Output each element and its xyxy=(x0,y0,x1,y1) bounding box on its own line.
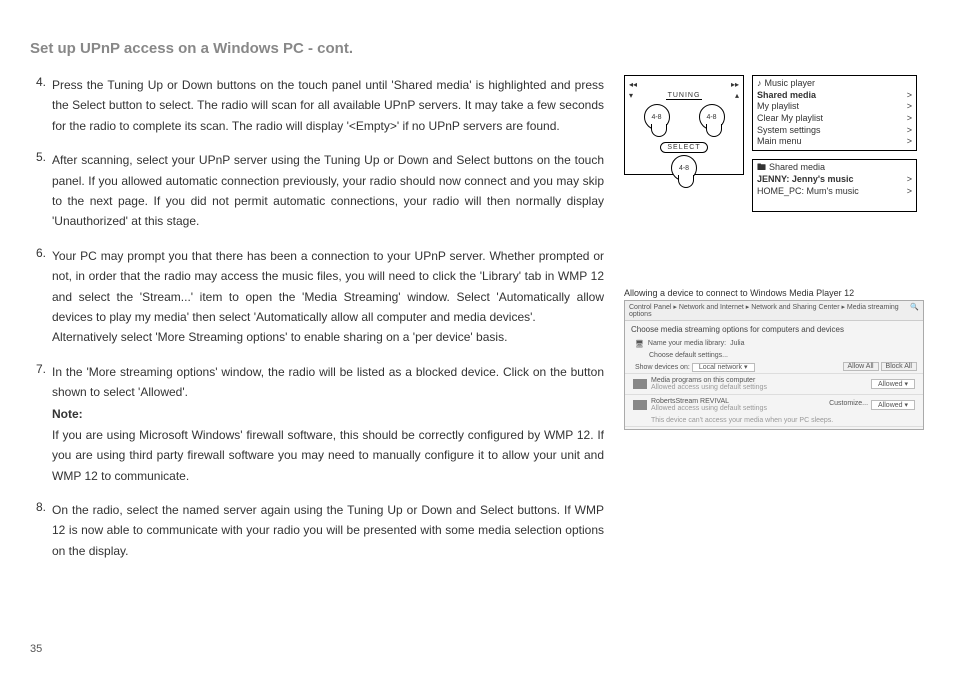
lcd-row: HOME_PC: Mum's music xyxy=(757,186,859,198)
windows-screenshot: Control Panel ▸ Network and Internet ▸ N… xyxy=(624,300,924,430)
default-settings-link: Choose default settings... xyxy=(649,352,728,359)
rewind-icon: ◂◂ xyxy=(629,80,637,89)
lcd-shared-media: Shared media JENNY: Jenny's music > HOME_… xyxy=(752,159,917,212)
device-sub: Allowed access using default settings xyxy=(651,405,767,412)
step-5: 5. After scanning, select your UPnP serv… xyxy=(30,150,604,232)
lcd-row: System settings xyxy=(757,125,821,137)
network-dropdown: Local network ▾ xyxy=(692,363,755,372)
step-body: In the 'More streaming options' window, … xyxy=(52,362,604,486)
lcd-music-player: Music player Shared media> My playlist> … xyxy=(752,75,917,151)
lcd-header: Shared media xyxy=(769,162,825,174)
chevron-right-icon: > xyxy=(907,90,912,102)
chevron-right-icon: > xyxy=(907,125,912,137)
device-state: Allowed ▾ xyxy=(871,379,915,389)
window-heading: Choose media streaming options for compu… xyxy=(625,321,923,338)
computer-icon: 🖥 xyxy=(635,340,644,348)
step-number: 6. xyxy=(30,246,52,348)
figure-row-1: ◂◂ ▸▸ ▾ TUNING ▴ 4-8 4-8 SELECT 4-8 xyxy=(624,75,924,212)
side-column: ◂◂ ▸▸ ▾ TUNING ▴ 4-8 4-8 SELECT 4-8 xyxy=(624,75,924,575)
music-icon xyxy=(757,78,762,90)
chevron-right-icon: > xyxy=(907,186,912,198)
step-number: 8. xyxy=(30,500,52,561)
library-label: Name your media library: xyxy=(648,340,726,347)
step-number: 4. xyxy=(30,75,52,136)
page-title: Set up UPnP access on a Windows PC - con… xyxy=(30,40,924,57)
device-icon xyxy=(633,379,647,389)
lcd-row: Clear My playlist xyxy=(757,113,823,125)
device-name: Media programs on this computer xyxy=(651,377,755,384)
device-state: Allowed ▾ xyxy=(871,400,915,410)
customize-link: Customize... xyxy=(829,400,868,410)
chevron-right-icon: > xyxy=(907,101,912,113)
step-body: After scanning, select your UPnP server … xyxy=(52,150,604,232)
hand-icon: 4-8 xyxy=(644,104,670,130)
note-label: Note: xyxy=(52,404,604,424)
chevron-right-icon: > xyxy=(907,113,912,125)
block-all-button: Block All xyxy=(881,362,917,371)
step-8: 8. On the radio, select the named server… xyxy=(30,500,604,561)
touch-panel-diagram: ◂◂ ▸▸ ▾ TUNING ▴ 4-8 4-8 SELECT 4-8 xyxy=(624,75,744,175)
forward-icon: ▸▸ xyxy=(731,80,739,89)
hand-icon: 4-8 xyxy=(671,155,697,181)
lcd-row: Main menu xyxy=(757,136,802,148)
lcd-header: Music player xyxy=(765,78,816,90)
chevron-right-icon: > xyxy=(907,174,912,186)
device-sleep-note: This device can't access your media when… xyxy=(625,415,923,426)
step-4: 4. Press the Tuning Up or Down buttons o… xyxy=(30,75,604,136)
lcd-row: My playlist xyxy=(757,101,799,113)
library-value: Julia xyxy=(730,340,744,347)
step-body: Press the Tuning Up or Down buttons on t… xyxy=(52,75,604,136)
step-alt-text: Alternatively select 'More Streaming opt… xyxy=(52,330,507,344)
step-6: 6. Your PC may prompt you that there has… xyxy=(30,246,604,348)
device-name: RobertsStream REVIVAL xyxy=(651,398,729,405)
step-7: 7. In the 'More streaming options' windo… xyxy=(30,362,604,486)
select-button-label: SELECT xyxy=(660,142,707,153)
page-layout: 4. Press the Tuning Up or Down buttons o… xyxy=(30,75,924,575)
breadcrumb: Control Panel ▸ Network and Internet ▸ N… xyxy=(629,303,910,318)
hand-icon: 4-8 xyxy=(699,104,725,130)
lcd-row: Shared media xyxy=(757,90,816,102)
step-body: On the radio, select the named server ag… xyxy=(52,500,604,561)
device-sub: Allowed access using default settings xyxy=(651,384,767,391)
search-box: 🔍 xyxy=(910,303,919,318)
step-text: In the 'More streaming options' window, … xyxy=(52,365,604,399)
step-number: 7. xyxy=(30,362,52,486)
step-text: Your PC may prompt you that there has be… xyxy=(52,249,604,324)
page-number: 35 xyxy=(30,643,42,655)
tuning-down-icon: ▾ xyxy=(629,91,633,100)
tuning-label: TUNING xyxy=(666,92,703,100)
allow-all-button: Allow All xyxy=(843,362,879,371)
step-number: 5. xyxy=(30,150,52,232)
chevron-right-icon: > xyxy=(907,136,912,148)
windows-screenshot-caption: Allowing a device to connect to Windows … xyxy=(624,288,924,298)
step-body: Your PC may prompt you that there has be… xyxy=(52,246,604,348)
main-column: 4. Press the Tuning Up or Down buttons o… xyxy=(30,75,604,575)
lcd-row: JENNY: Jenny's music xyxy=(757,174,854,186)
tuning-up-icon: ▴ xyxy=(735,91,739,100)
folder-icon xyxy=(757,162,766,174)
note-text: If you are using Microsoft Windows' fire… xyxy=(52,428,604,483)
device-icon xyxy=(633,400,647,410)
show-devices-label: Show devices on: xyxy=(635,364,690,371)
